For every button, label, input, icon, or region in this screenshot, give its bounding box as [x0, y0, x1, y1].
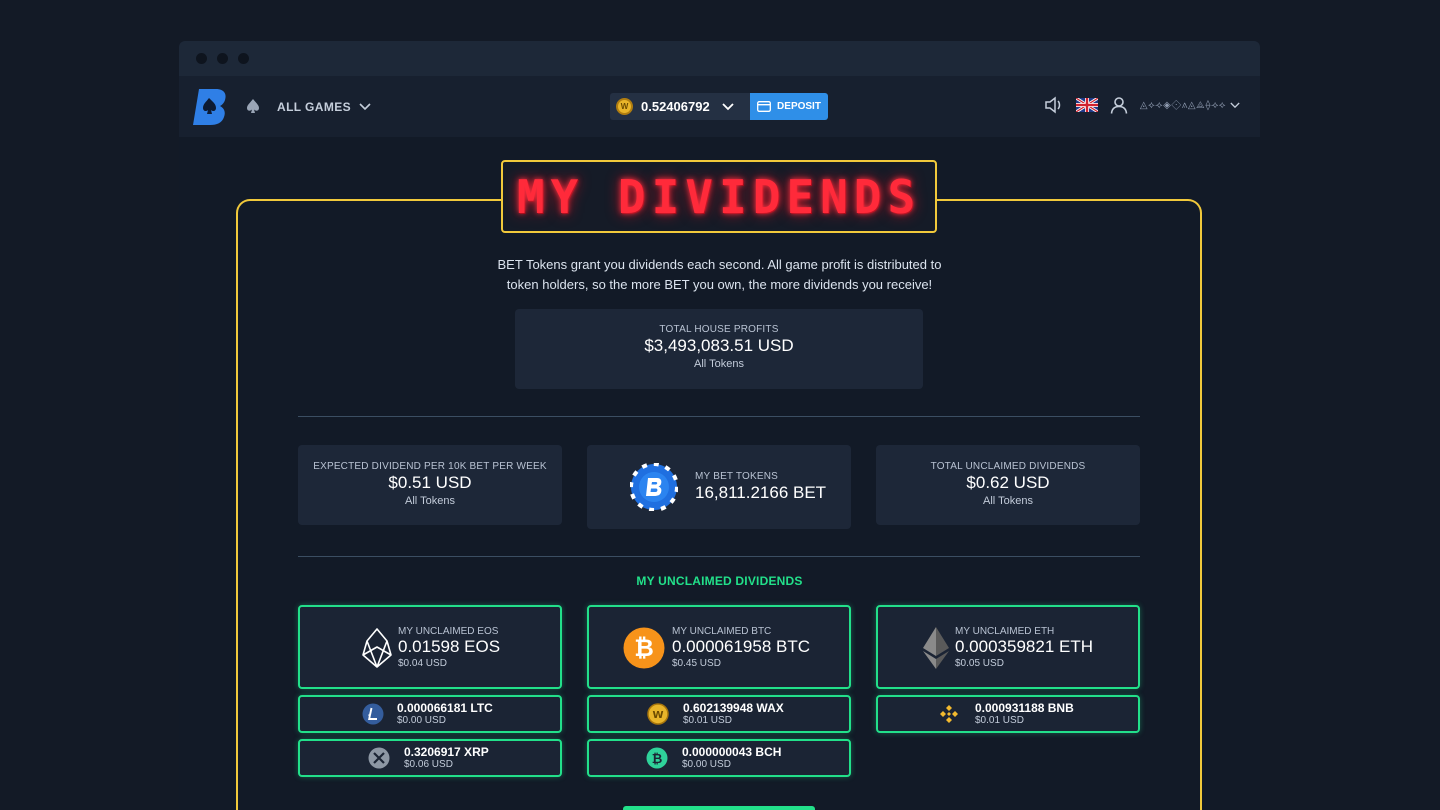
- unclaimed-bnb-usd: $0.01 USD: [975, 715, 1024, 726]
- chevron-down-icon: [1230, 102, 1240, 108]
- unclaimed-eth-value: 0.000359821 ETH: [955, 636, 1093, 656]
- total-unclaimed-sub: All Tokens: [983, 495, 1033, 507]
- btc-icon: ₿: [623, 627, 665, 669]
- username-text: ◬⟡⟢◈⟐⟑◬⟁⟠⟢⟡: [1139, 99, 1226, 111]
- unclaimed-btc-usd: $0.45 USD: [672, 657, 721, 669]
- house-profits-card: TOTAL HOUSE PROFITS $3,493,083.51 USD Al…: [515, 309, 923, 389]
- bch-icon: ₿: [646, 747, 668, 769]
- eos-icon: [362, 628, 392, 668]
- total-unclaimed-card: TOTAL UNCLAIMED DIVIDENDS $0.62 USD All …: [876, 445, 1140, 525]
- window-titlebar: [179, 41, 1260, 76]
- unclaimed-bnb-card: 0.000931188 BNB $0.01 USD: [876, 695, 1140, 733]
- intro-text: BET Tokens grant you dividends each seco…: [179, 255, 1260, 295]
- unclaimed-eos-usd: $0.04 USD: [398, 657, 447, 669]
- expected-dividend-label: EXPECTED DIVIDEND PER 10K BET PER WEEK: [313, 461, 547, 472]
- wallet-icon: [757, 101, 771, 112]
- unclaimed-eos-label: MY UNCLAIMED EOS: [398, 625, 499, 637]
- unclaimed-ltc-value: 0.000066181 LTC: [397, 701, 493, 715]
- unclaimed-ltc-card: 0.000066181 LTC $0.00 USD: [298, 695, 562, 733]
- expected-dividend-value: $0.51 USD: [388, 473, 472, 492]
- bet-tokens-value: 16,811.2166 BET: [695, 483, 827, 502]
- nav-right-controls: ◬⟡⟢◈⟐⟑◬⟁⟠⟢⟡: [1044, 96, 1240, 114]
- claim-button[interactable]: [623, 806, 815, 810]
- username-menu[interactable]: ◬⟡⟢◈⟐⟑◬⟁⟠⟢⟡: [1140, 100, 1240, 111]
- total-unclaimed-label: TOTAL UNCLAIMED DIVIDENDS: [930, 461, 1086, 472]
- unclaimed-xrp-value: 0.3206917 XRP: [404, 745, 489, 759]
- chevron-down-icon: [722, 102, 734, 110]
- unclaimed-bch-usd: $0.00 USD: [682, 759, 731, 770]
- bet-token-icon: [630, 463, 678, 511]
- unclaimed-eth-card: MY UNCLAIMED ETH 0.000359821 ETH $0.05 U…: [876, 605, 1140, 689]
- speaker-icon[interactable]: [1044, 96, 1064, 114]
- unclaimed-bch-card: ₿ 0.000000043 BCH $0.00 USD: [587, 739, 851, 777]
- unclaimed-btc-label: MY UNCLAIMED BTC: [672, 625, 772, 637]
- intro-line-2: token holders, so the more BET you own, …: [506, 277, 933, 292]
- wax-icon: W: [647, 703, 669, 725]
- wax-coin-icon: W: [616, 98, 633, 115]
- expected-dividend-card: EXPECTED DIVIDEND PER 10K BET PER WEEK $…: [298, 445, 562, 525]
- bet-tokens-label: MY BET TOKENS: [695, 471, 779, 482]
- unclaimed-eos-card: MY UNCLAIMED EOS 0.01598 EOS $0.04 USD: [298, 605, 562, 689]
- divider: [298, 556, 1140, 557]
- unclaimed-btc-value: 0.000061958 BTC: [672, 636, 810, 656]
- all-games-label: ALL GAMES: [277, 100, 352, 114]
- page-title-marquee: MY DIVIDENDS: [501, 160, 937, 233]
- svg-text:W: W: [652, 710, 663, 721]
- svg-text:₿: ₿: [652, 752, 663, 767]
- window-minimize-dot[interactable]: [217, 53, 228, 64]
- chevron-down-icon: [359, 103, 371, 111]
- house-profits-value: $3,493,083.51 USD: [644, 336, 794, 355]
- site-logo[interactable]: [192, 88, 228, 126]
- spade-icon: [247, 99, 259, 113]
- window-maximize-dot[interactable]: [238, 53, 249, 64]
- top-navbar: ALL GAMES W 0.52406792 DEPOSIT ◬⟡⟢◈⟐⟑◬⟁⟠…: [179, 76, 1260, 137]
- divider: [298, 416, 1140, 417]
- intro-line-1: BET Tokens grant you dividends each seco…: [497, 257, 942, 272]
- unclaimed-wax-usd: $0.01 USD: [683, 715, 732, 726]
- bnb-icon: [940, 705, 958, 723]
- unclaimed-section-title: MY UNCLAIMED DIVIDENDS: [636, 574, 803, 588]
- unclaimed-wax-card: W 0.602139948 WAX $0.01 USD: [587, 695, 851, 733]
- unclaimed-bnb-value: 0.000931188 BNB: [975, 701, 1074, 715]
- total-unclaimed-value: $0.62 USD: [966, 473, 1050, 492]
- house-profits-sub: All Tokens: [694, 358, 744, 370]
- xrp-icon: [368, 747, 390, 769]
- unclaimed-ltc-usd: $0.00 USD: [397, 715, 446, 726]
- all-games-dropdown[interactable]: ALL GAMES: [277, 100, 371, 114]
- svg-text:₿: ₿: [634, 634, 654, 662]
- ltc-icon: [362, 703, 384, 725]
- unclaimed-wax-value: 0.602139948 WAX: [683, 701, 784, 715]
- user-icon[interactable]: [1110, 96, 1128, 114]
- unclaimed-xrp-usd: $0.06 USD: [404, 759, 453, 770]
- bet-tokens-card: MY BET TOKENS 16,811.2166 BET: [587, 445, 851, 529]
- unclaimed-bch-value: 0.000000043 BCH: [682, 745, 782, 759]
- unclaimed-xrp-card: 0.3206917 XRP $0.06 USD: [298, 739, 562, 777]
- unclaimed-eth-usd: $0.05 USD: [955, 657, 1004, 669]
- deposit-label: DEPOSIT: [777, 101, 821, 112]
- browser-window: ALL GAMES W 0.52406792 DEPOSIT ◬⟡⟢◈⟐⟑◬⟁⟠…: [179, 41, 1260, 810]
- unclaimed-eth-label: MY UNCLAIMED ETH: [955, 625, 1055, 637]
- balance-amount: 0.52406792: [641, 99, 710, 114]
- eth-icon: [923, 627, 949, 669]
- page-title: MY DIVIDENDS: [516, 169, 922, 224]
- deposit-button[interactable]: DEPOSIT: [750, 93, 828, 120]
- balance-selector[interactable]: W 0.52406792: [610, 93, 750, 120]
- window-close-dot[interactable]: [196, 53, 207, 64]
- unclaimed-btc-card: ₿ MY UNCLAIMED BTC 0.000061958 BTC $0.45…: [587, 605, 851, 689]
- uk-flag-icon[interactable]: [1075, 98, 1098, 112]
- unclaimed-eos-value: 0.01598 EOS: [398, 636, 501, 656]
- house-profits-label: TOTAL HOUSE PROFITS: [659, 324, 779, 335]
- expected-dividend-sub: All Tokens: [405, 495, 455, 507]
